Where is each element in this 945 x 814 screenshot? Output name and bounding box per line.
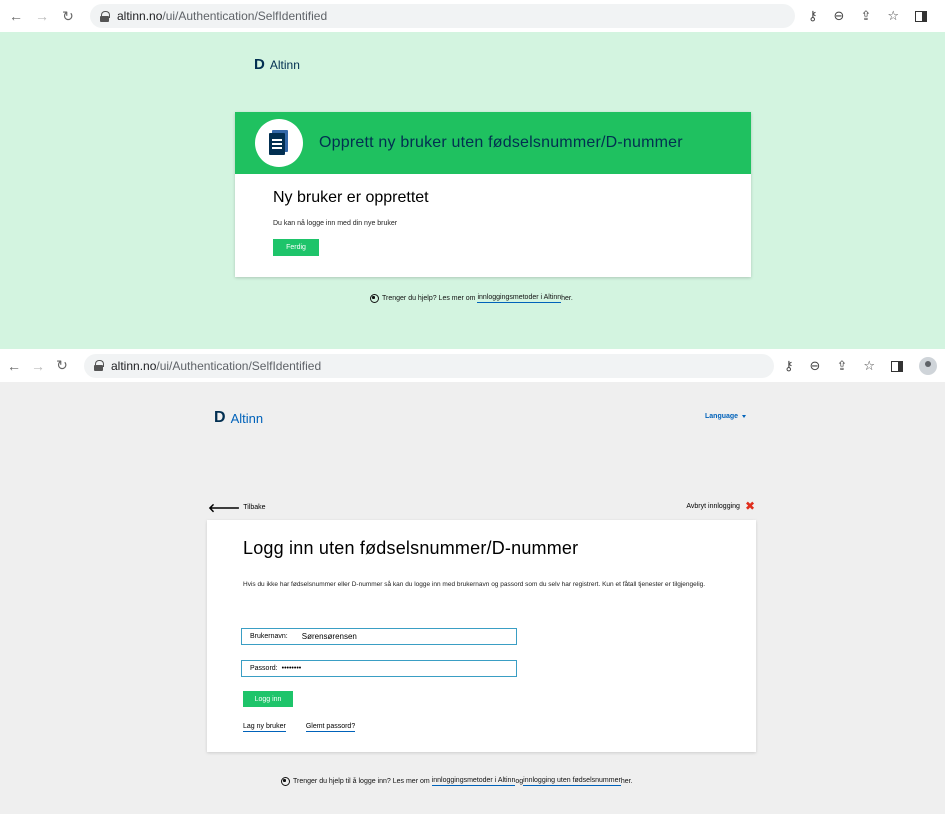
document-icon-circle [255, 119, 303, 167]
key-icon[interactable]: ⚷ [784, 358, 794, 374]
confirmation-page: D Altinn Opprett ny bruker uten fødselsn… [0, 32, 945, 349]
confirmation-card: Opprett ny bruker uten fødselsnummer/D-n… [235, 112, 751, 277]
nav-buttons-2: ← → ↻ [4, 357, 72, 374]
browser-toolbar-top: ← → ↻ altinn.no/ui/Authentication/SelfId… [0, 0, 945, 32]
help-link-login-methods[interactable]: innloggingsmetoder i Altinn [477, 294, 562, 303]
url-path: /ui/Authentication/SelfIdentified [162, 9, 328, 23]
help-text: Trenger du hjelp? Les mer om innloggings… [370, 294, 573, 303]
globe-icon [281, 777, 290, 786]
card-header: Opprett ny bruker uten fødselsnummer/D-n… [235, 112, 751, 174]
login-card: Logg inn uten fødselsnummer/D-nummer Hvi… [207, 520, 756, 752]
done-button[interactable]: Ferdig [273, 239, 319, 256]
lock-icon[interactable] [94, 360, 104, 371]
password-label: Passord: [250, 665, 278, 672]
altinn-d-icon: D [254, 56, 265, 73]
side-panel-icon[interactable] [915, 10, 927, 22]
zoom-icon[interactable]: ⊖ [834, 8, 845, 24]
forgot-password-link[interactable]: Glemt passord? [305, 723, 356, 732]
username-field[interactable]: Brukernavn: Sørensørensen [241, 628, 517, 645]
star-icon[interactable]: ☆ [887, 8, 899, 24]
help-prefix: Trenger du hjelp til å logge inn? Les me… [293, 778, 430, 785]
back-icon[interactable]: ← [6, 8, 26, 24]
success-message: Du kan nå logge inn med din nye bruker [273, 220, 398, 227]
back-link[interactable]: 🡐 Tilbake [208, 500, 266, 515]
globe-icon [370, 294, 379, 303]
browser-toolbar-bottom: ← → ↻ altinn.no/ui/Authentication/SelfId… [0, 349, 945, 382]
reload-icon[interactable]: ↻ [52, 357, 72, 374]
help-text-2: Trenger du hjelp til å logge inn? Les me… [281, 777, 633, 786]
card-header-title: Opprett ny bruker uten fødselsnummer/D-n… [319, 134, 683, 151]
back-label: Tilbake [243, 504, 266, 511]
success-heading: Ny bruker er opprettet [273, 189, 429, 206]
altinn-d-icon: D [214, 409, 226, 426]
help-suffix: her. [620, 778, 633, 785]
login-page: D Altinn Language 🡐 Tilbake Avbryt innlo… [0, 382, 945, 814]
share-icon[interactable]: ⇪ [860, 8, 871, 24]
forward-icon[interactable]: → [32, 8, 52, 24]
help-link-without-ssn[interactable]: innlogging uten fødselsnummer [523, 777, 621, 786]
side-panel-icon[interactable] [891, 360, 903, 372]
altinn-logo[interactable]: D Altinn [254, 56, 300, 73]
language-dropdown[interactable]: Language [705, 413, 747, 420]
help-prefix: Trenger du hjelp? Les mer om [382, 295, 476, 302]
cancel-label: Avbryt innlogging [686, 502, 740, 510]
lock-icon[interactable] [100, 10, 110, 22]
document-icon [269, 130, 289, 156]
zoom-icon[interactable]: ⊖ [810, 358, 821, 374]
logo-text: Altinn [269, 57, 300, 72]
new-user-link[interactable]: Lag ny bruker [243, 723, 286, 732]
language-label: Language [705, 413, 739, 420]
logo-text: Altinn [230, 410, 264, 426]
reload-icon[interactable]: ↻ [58, 8, 78, 25]
username-label: Brukernavn: [250, 633, 288, 640]
url-host: altinn.no [117, 9, 163, 23]
login-heading: Logg inn uten fødselsnummer/D-nummer [243, 538, 579, 558]
help-link-login-methods[interactable]: innloggingsmetoder i Altinn [431, 777, 516, 786]
account-links: Lag ny bruker Glemt passord? [243, 723, 356, 732]
cancel-login-link[interactable]: Avbryt innlogging ✖ [686, 499, 755, 513]
close-icon: ✖ [744, 499, 755, 513]
toolbar-actions-2: ⚷ ⊖ ⇪ ☆ ⋮ [784, 357, 945, 375]
nav-buttons: ← → ↻ [6, 8, 78, 25]
star-icon[interactable]: ☆ [863, 358, 875, 374]
altinn-logo[interactable]: D Altinn [214, 409, 263, 427]
profile-avatar-icon[interactable] [919, 357, 937, 375]
login-button[interactable]: Logg inn [243, 691, 293, 707]
toolbar-actions: ⚷ ⊖ ⇪ ☆ [808, 8, 927, 24]
login-intro: Hvis du ikke har fødselsnummer eller D-n… [243, 581, 706, 588]
address-bar-2[interactable]: altinn.no/ui/Authentication/SelfIdentifi… [84, 353, 774, 378]
url-path: /ui/Authentication/SelfIdentified [156, 358, 322, 373]
share-icon[interactable]: ⇪ [836, 358, 847, 374]
card-body: Ny bruker er opprettet Du kan nå logge i… [235, 174, 751, 271]
help-mid: og [515, 778, 524, 785]
address-bar[interactable]: altinn.no/ui/Authentication/SelfIdentifi… [90, 4, 795, 28]
password-value: •••••••• [281, 665, 302, 672]
username-value: Sørensørensen [301, 632, 357, 641]
caret-down-icon [742, 414, 747, 418]
password-field[interactable]: Passord: •••••••• [241, 660, 517, 677]
arrow-left-icon: 🡐 [208, 501, 241, 515]
url-host: altinn.no [111, 358, 157, 373]
back-icon[interactable]: ← [4, 358, 24, 374]
key-icon[interactable]: ⚷ [808, 8, 818, 24]
forward-icon[interactable]: → [28, 358, 48, 374]
help-suffix: her. [561, 295, 573, 302]
